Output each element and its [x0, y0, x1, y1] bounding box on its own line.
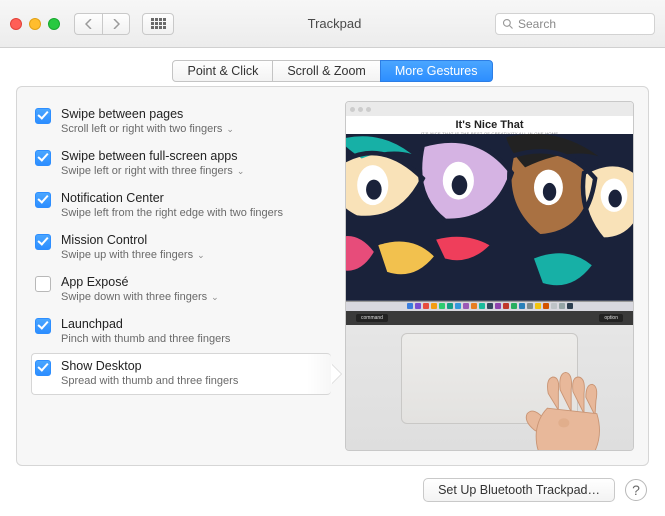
dock-app-icon	[455, 303, 461, 309]
dock-app-icon	[567, 303, 573, 309]
nav-buttons	[74, 13, 130, 35]
tab-point-click[interactable]: Point & Click	[172, 60, 273, 82]
option-title: Show Desktop	[61, 359, 238, 373]
grid-icon	[151, 18, 166, 29]
help-button[interactable]: ?	[625, 479, 647, 501]
checkbox[interactable]	[35, 192, 51, 208]
tab-bar: Point & ClickScroll & ZoomMore Gestures	[16, 60, 649, 82]
setup-bluetooth-trackpad-button[interactable]: Set Up Bluetooth Trackpad…	[423, 478, 615, 502]
option-desc: Spread with thumb and three fingers	[61, 375, 238, 387]
tab-more-gestures[interactable]: More Gestures	[380, 60, 493, 82]
window-controls	[10, 18, 60, 30]
hand-icon	[507, 366, 617, 451]
dock-app-icon	[479, 303, 485, 309]
search-placeholder: Search	[518, 17, 556, 31]
dock-app-icon	[431, 303, 437, 309]
preview-key-left: command	[356, 314, 388, 322]
dock-app-icon	[559, 303, 565, 309]
chevron-down-icon: ⌄	[211, 292, 219, 303]
search-input[interactable]: Search	[495, 13, 655, 35]
dock-app-icon	[543, 303, 549, 309]
dock-app-icon	[415, 303, 421, 309]
chevron-down-icon: ⌄	[226, 124, 234, 135]
settings-panel: Swipe between pages Scroll left or right …	[16, 86, 649, 466]
forward-button[interactable]	[102, 13, 130, 35]
dock-app-icon	[439, 303, 445, 309]
window-title: Trackpad	[182, 16, 487, 31]
footer: Set Up Bluetooth Trackpad… ?	[16, 478, 649, 502]
preview-screen: It's Nice That IT'S NICE THAT IS THE BES…	[346, 102, 633, 311]
dock-app-icon	[447, 303, 453, 309]
zoom-button[interactable]	[48, 18, 60, 30]
preview-key-right: option	[599, 314, 623, 322]
checkbox[interactable]	[35, 360, 51, 376]
checkbox[interactable]	[35, 108, 51, 124]
option-desc: Pinch with thumb and three fingers	[61, 333, 230, 345]
options-list: Swipe between pages Scroll left or right …	[31, 101, 331, 451]
preview-dock	[346, 301, 633, 311]
dock-app-icon	[487, 303, 493, 309]
dock-app-icon	[407, 303, 413, 309]
option-desc[interactable]: Swipe down with three fingers⌄	[61, 291, 219, 303]
checkbox[interactable]	[35, 318, 51, 334]
option-desc[interactable]: Swipe up with three fingers⌄	[61, 249, 205, 261]
close-button[interactable]	[10, 18, 22, 30]
preview-site-title: It's Nice That	[346, 116, 633, 131]
option-row[interactable]: Notification Center Swipe left from the r…	[31, 185, 331, 227]
checkbox[interactable]	[35, 234, 51, 250]
gesture-preview: It's Nice That IT'S NICE THAT IS THE BES…	[345, 101, 634, 451]
dock-app-icon	[423, 303, 429, 309]
option-row[interactable]: Show Desktop Spread with thumb and three …	[31, 353, 331, 395]
checkbox[interactable]	[35, 276, 51, 292]
option-desc[interactable]: Scroll left or right with two fingers⌄	[61, 123, 234, 135]
checkbox[interactable]	[35, 150, 51, 166]
titlebar: Trackpad Search	[0, 0, 665, 48]
option-row[interactable]: Launchpad Pinch with thumb and three fing…	[31, 311, 331, 353]
back-button[interactable]	[74, 13, 102, 35]
preview-artwork	[346, 134, 633, 301]
option-row[interactable]: Mission Control Swipe up with three finge…	[31, 227, 331, 269]
option-title: App Exposé	[61, 275, 219, 289]
option-desc[interactable]: Swipe left or right with three fingers⌄	[61, 165, 244, 177]
preview-keyboard: command option	[346, 311, 633, 325]
preview-browser-bar	[346, 102, 633, 116]
option-title: Swipe between pages	[61, 107, 234, 121]
minimize-button[interactable]	[29, 18, 41, 30]
dock-app-icon	[503, 303, 509, 309]
dock-app-icon	[471, 303, 477, 309]
option-row[interactable]: Swipe between pages Scroll left or right …	[31, 101, 331, 143]
tab-scroll-zoom[interactable]: Scroll & Zoom	[273, 60, 380, 82]
chevron-down-icon: ⌄	[197, 250, 205, 261]
option-title: Swipe between full-screen apps	[61, 149, 244, 163]
dock-app-icon	[527, 303, 533, 309]
option-row[interactable]: Swipe between full-screen apps Swipe left…	[31, 143, 331, 185]
show-all-button[interactable]	[142, 13, 174, 35]
option-title: Launchpad	[61, 317, 230, 331]
option-row[interactable]: App Exposé Swipe down with three fingers⌄	[31, 269, 331, 311]
dock-app-icon	[519, 303, 525, 309]
dock-app-icon	[495, 303, 501, 309]
preview-column: It's Nice That IT'S NICE THAT IS THE BES…	[345, 101, 648, 451]
preview-trackpad	[346, 325, 633, 450]
dock-app-icon	[551, 303, 557, 309]
option-desc: Swipe left from the right edge with two …	[61, 207, 283, 219]
dock-app-icon	[511, 303, 517, 309]
search-icon	[502, 18, 514, 30]
dock-app-icon	[463, 303, 469, 309]
chevron-down-icon: ⌄	[237, 166, 245, 177]
option-title: Notification Center	[61, 191, 283, 205]
dock-app-icon	[535, 303, 541, 309]
option-title: Mission Control	[61, 233, 205, 247]
